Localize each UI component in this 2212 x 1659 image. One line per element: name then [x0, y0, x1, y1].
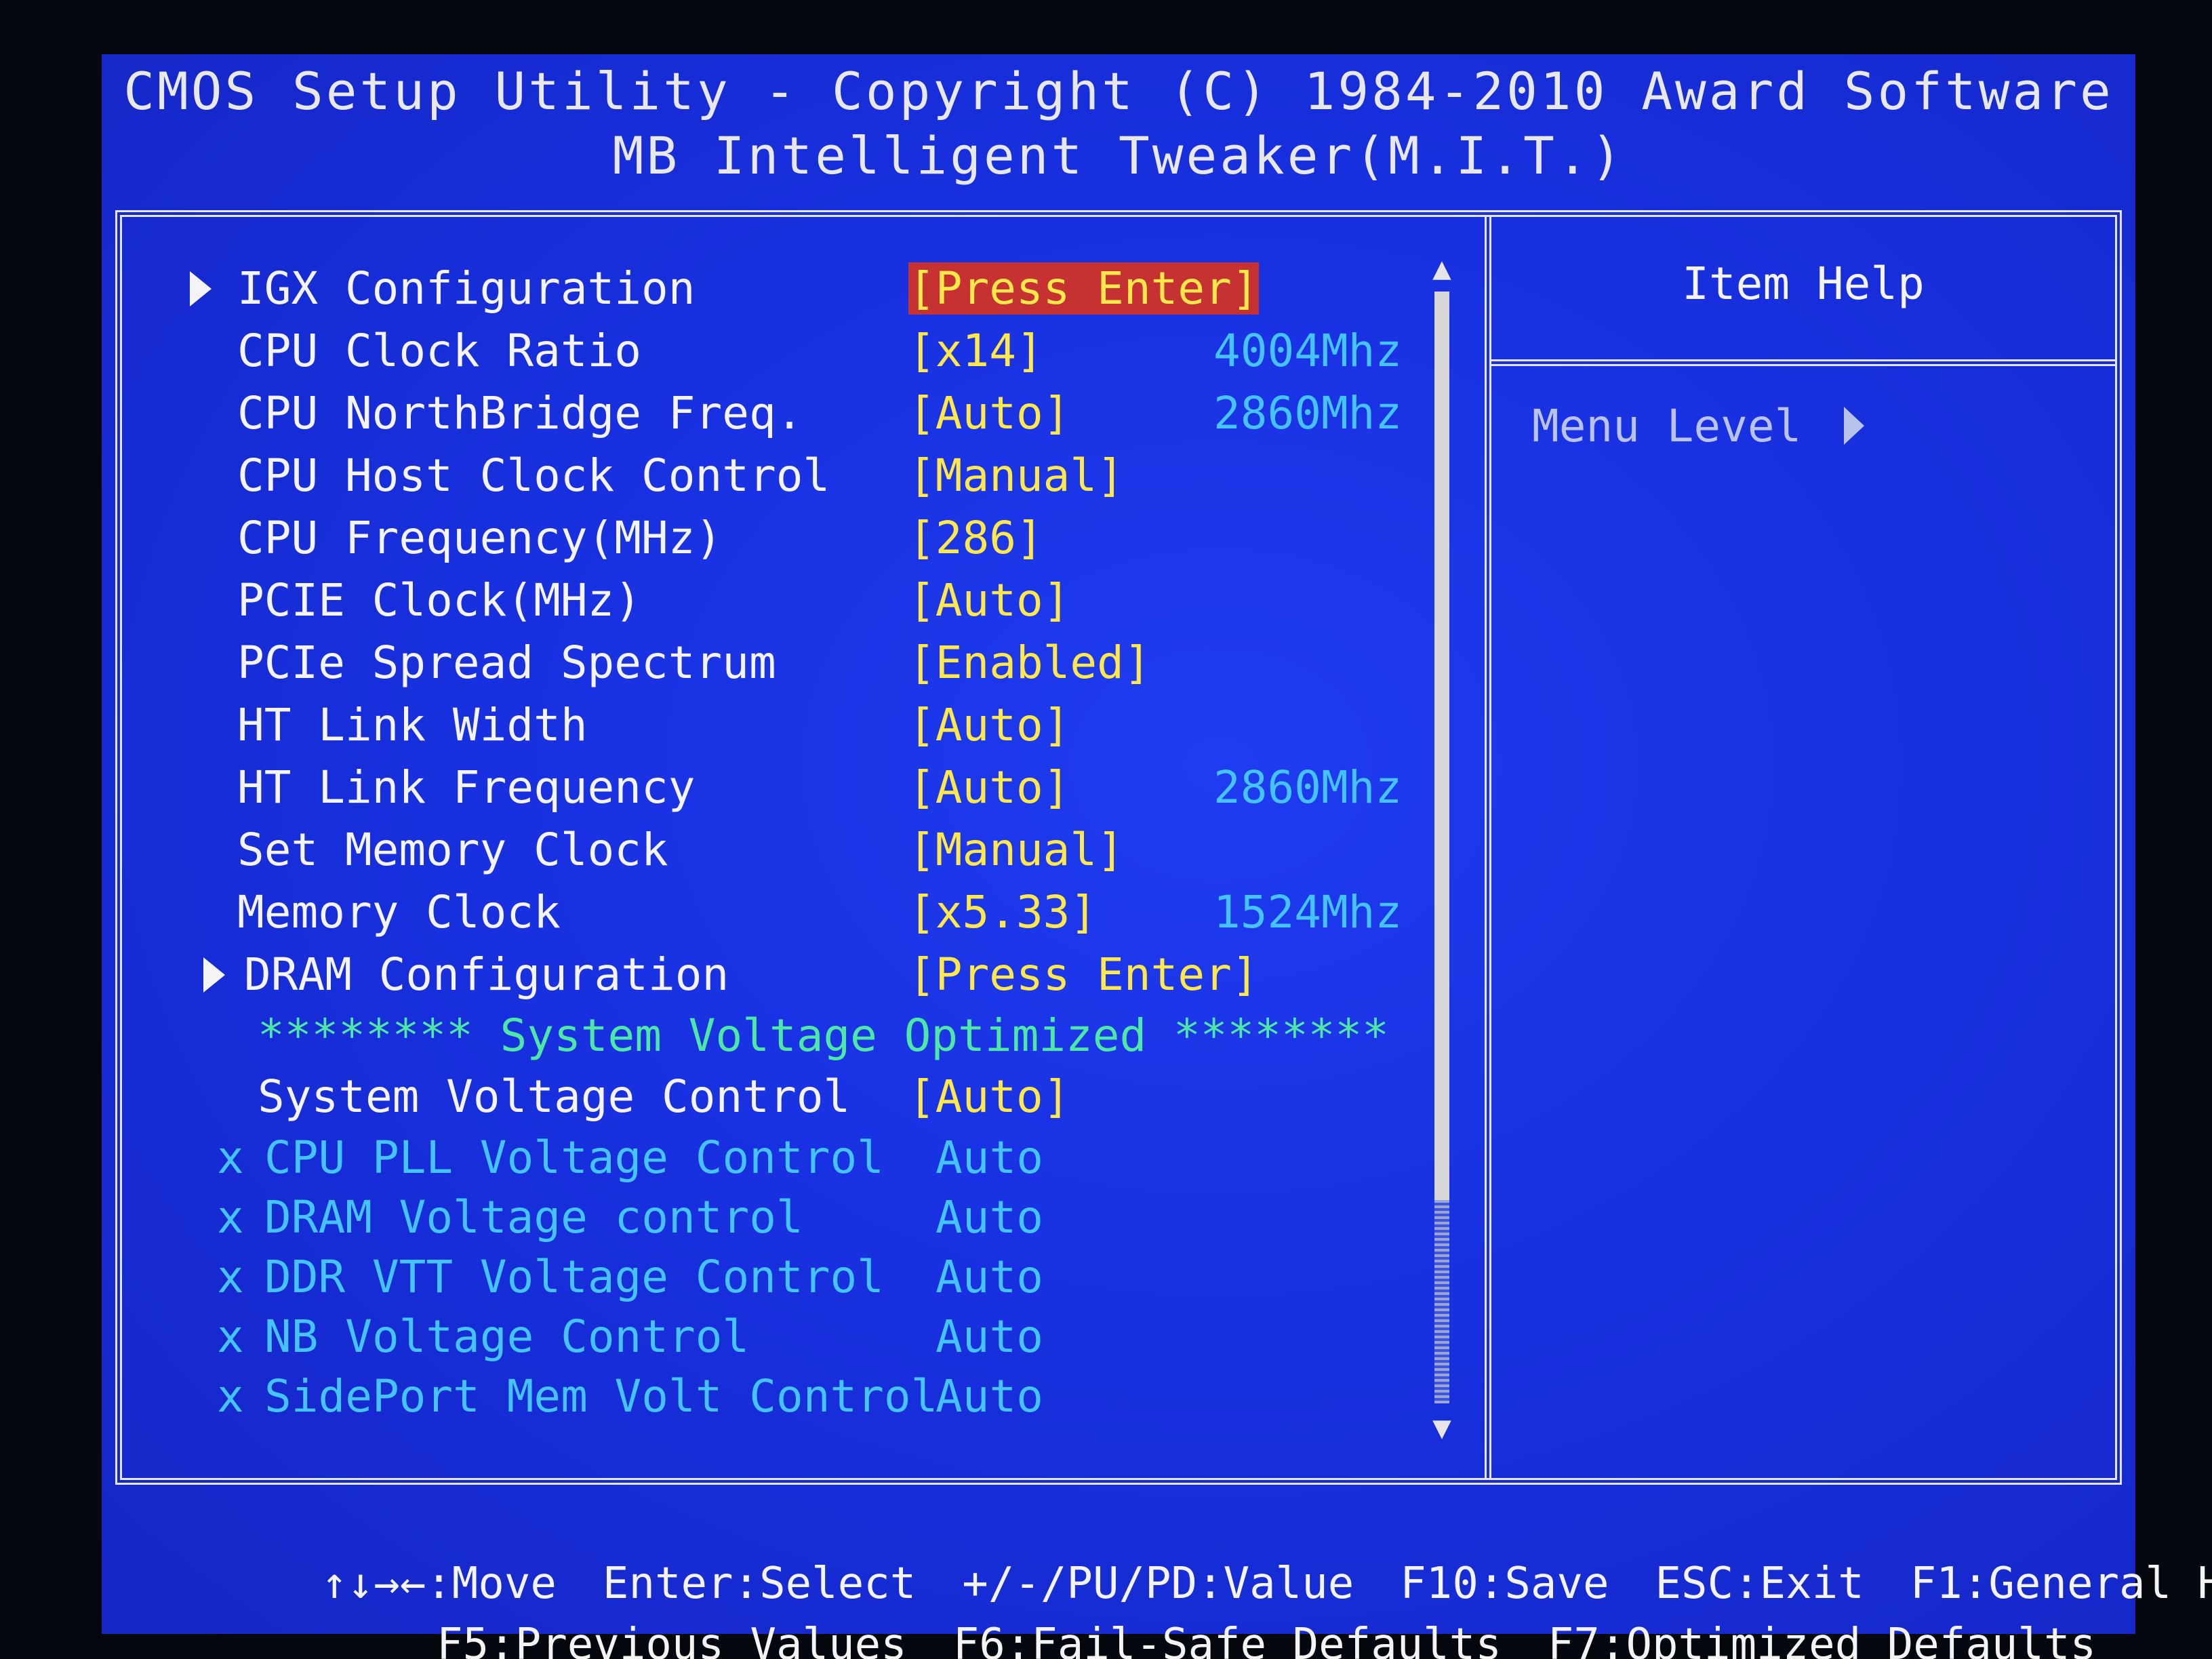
setting-value-system-voltage-control[interactable]: [Auto] — [908, 1066, 1070, 1128]
setting-value-cpu-northbridge-freq[interactable]: [Auto] — [908, 382, 1070, 445]
scroll-up-icon[interactable]: ▲ — [1430, 251, 1453, 285]
setting-label-ht-link-frequency: HT Link Frequency — [237, 761, 696, 814]
setting-value-ddr-vtt-voltage-control: Auto — [936, 1251, 1043, 1303]
footer-keys-line2: F5:Previous Values F6:Fail-Safe Defaults F… — [332, 1570, 2096, 1659]
setting-label-igx-configuration: IGX Configuration — [237, 262, 696, 315]
readout-northbridge-freq: 2860Mhz — [1213, 387, 1403, 439]
submenu-arrow-icon — [190, 271, 212, 306]
setting-value-dram-configuration[interactable]: [Press Enter] — [908, 944, 1259, 1006]
readout-ht-link-frequency: 2860Mhz — [1213, 761, 1403, 814]
setting-value-pcie-clock[interactable]: [Auto] — [908, 569, 1070, 632]
setting-label-sideport-mem-volt-control: SidePort Mem Volt Control — [264, 1370, 938, 1422]
item-help-title: Item Help — [1682, 258, 1925, 310]
disabled-marker: x — [217, 1311, 244, 1363]
setting-label-set-memory-clock: Set Memory Clock — [237, 824, 668, 876]
disabled-marker: x — [217, 1191, 244, 1243]
scrollbar[interactable]: ▲ ▼ — [1430, 251, 1453, 1444]
setting-label-pcie-clock: PCIE Clock(MHz) — [237, 574, 642, 626]
setting-value-cpu-frequency[interactable]: [286] — [908, 507, 1043, 569]
setting-value-nb-voltage-control: Auto — [936, 1311, 1043, 1363]
setting-label-cpu-clock-ratio: CPU Clock Ratio — [237, 325, 642, 377]
setting-value-sideport-mem-volt-control: Auto — [936, 1370, 1043, 1422]
panel-divider — [1485, 217, 1491, 1478]
setting-label-pcie-spread-spectrum: PCIe Spread Spectrum — [237, 637, 776, 689]
setting-value-cpu-pll-voltage-control: Auto — [936, 1132, 1043, 1184]
setting-label-cpu-host-clock-control: CPU Host Clock Control — [237, 449, 830, 502]
key-fail-safe-defaults: F6:Fail-Safe Defaults — [952, 1620, 1502, 1659]
disabled-marker: x — [217, 1251, 244, 1303]
setting-value-igx-configuration[interactable]: [Press Enter] — [908, 258, 1259, 320]
setting-value-ht-link-width[interactable]: [Auto] — [908, 694, 1070, 757]
menu-level-arrow-icon — [1844, 407, 1864, 445]
header-subtitle: MB Intelligent Tweaker(M.I.T.) — [612, 125, 1625, 186]
setting-label-nb-voltage-control: NB Voltage Control — [264, 1311, 750, 1363]
menu-level-label: Menu Level — [1532, 400, 1802, 452]
submenu-arrow-icon — [203, 957, 225, 993]
header-title: CMOS Setup Utility - Copyright (C) 1984-… — [123, 61, 2114, 121]
setting-label-cpu-northbridge-freq: CPU NorthBridge Freq. — [237, 387, 803, 439]
system-voltage-optimized-banner: ******** System Voltage Optimized ******… — [258, 1010, 1389, 1062]
bios-screen: CMOS Setup Utility - Copyright (C) 1984-… — [102, 54, 2212, 1659]
setting-value-pcie-spread-spectrum[interactable]: [Enabled] — [908, 632, 1151, 694]
setting-label-dram-voltage-control: DRAM Voltage control — [264, 1191, 803, 1243]
scroll-thumb[interactable] — [1434, 292, 1449, 1200]
readout-cpu-clock: 4004Mhz — [1213, 325, 1403, 377]
setting-value-memory-clock[interactable]: [x5.33] — [908, 881, 1097, 944]
setting-label-memory-clock: Memory Clock — [237, 886, 561, 938]
setting-label-ht-link-width: HT Link Width — [237, 699, 588, 751]
setting-value-ht-link-frequency[interactable]: [Auto] — [908, 757, 1070, 819]
setting-label-cpu-frequency: CPU Frequency(MHz) — [237, 512, 723, 564]
disabled-marker: x — [217, 1132, 244, 1184]
readout-memory-clock: 1524Mhz — [1213, 886, 1403, 938]
setting-label-dram-configuration: DRAM Configuration — [244, 948, 729, 1001]
setting-label-cpu-pll-voltage-control: CPU PLL Voltage Control — [264, 1132, 884, 1184]
setting-label-system-voltage-control: System Voltage Control — [258, 1071, 851, 1123]
disabled-marker: x — [217, 1370, 244, 1422]
setting-label-ddr-vtt-voltage-control: DDR VTT Voltage Control — [264, 1251, 884, 1303]
help-title-divider — [1491, 359, 2115, 366]
setting-value-cpu-host-clock-control[interactable]: [Manual] — [908, 445, 1124, 507]
setting-value-cpu-clock-ratio[interactable]: [x14] — [908, 320, 1043, 382]
selected-value-highlight[interactable]: [Press Enter] — [908, 262, 1259, 315]
key-optimized-defaults: F7:Optimized Defaults — [1547, 1620, 2096, 1659]
key-previous-values: F5:Previous Values — [437, 1620, 907, 1659]
scroll-down-icon[interactable]: ▼ — [1430, 1410, 1453, 1444]
setting-value-dram-voltage-control: Auto — [936, 1191, 1043, 1243]
setting-value-set-memory-clock[interactable]: [Manual] — [908, 819, 1124, 881]
